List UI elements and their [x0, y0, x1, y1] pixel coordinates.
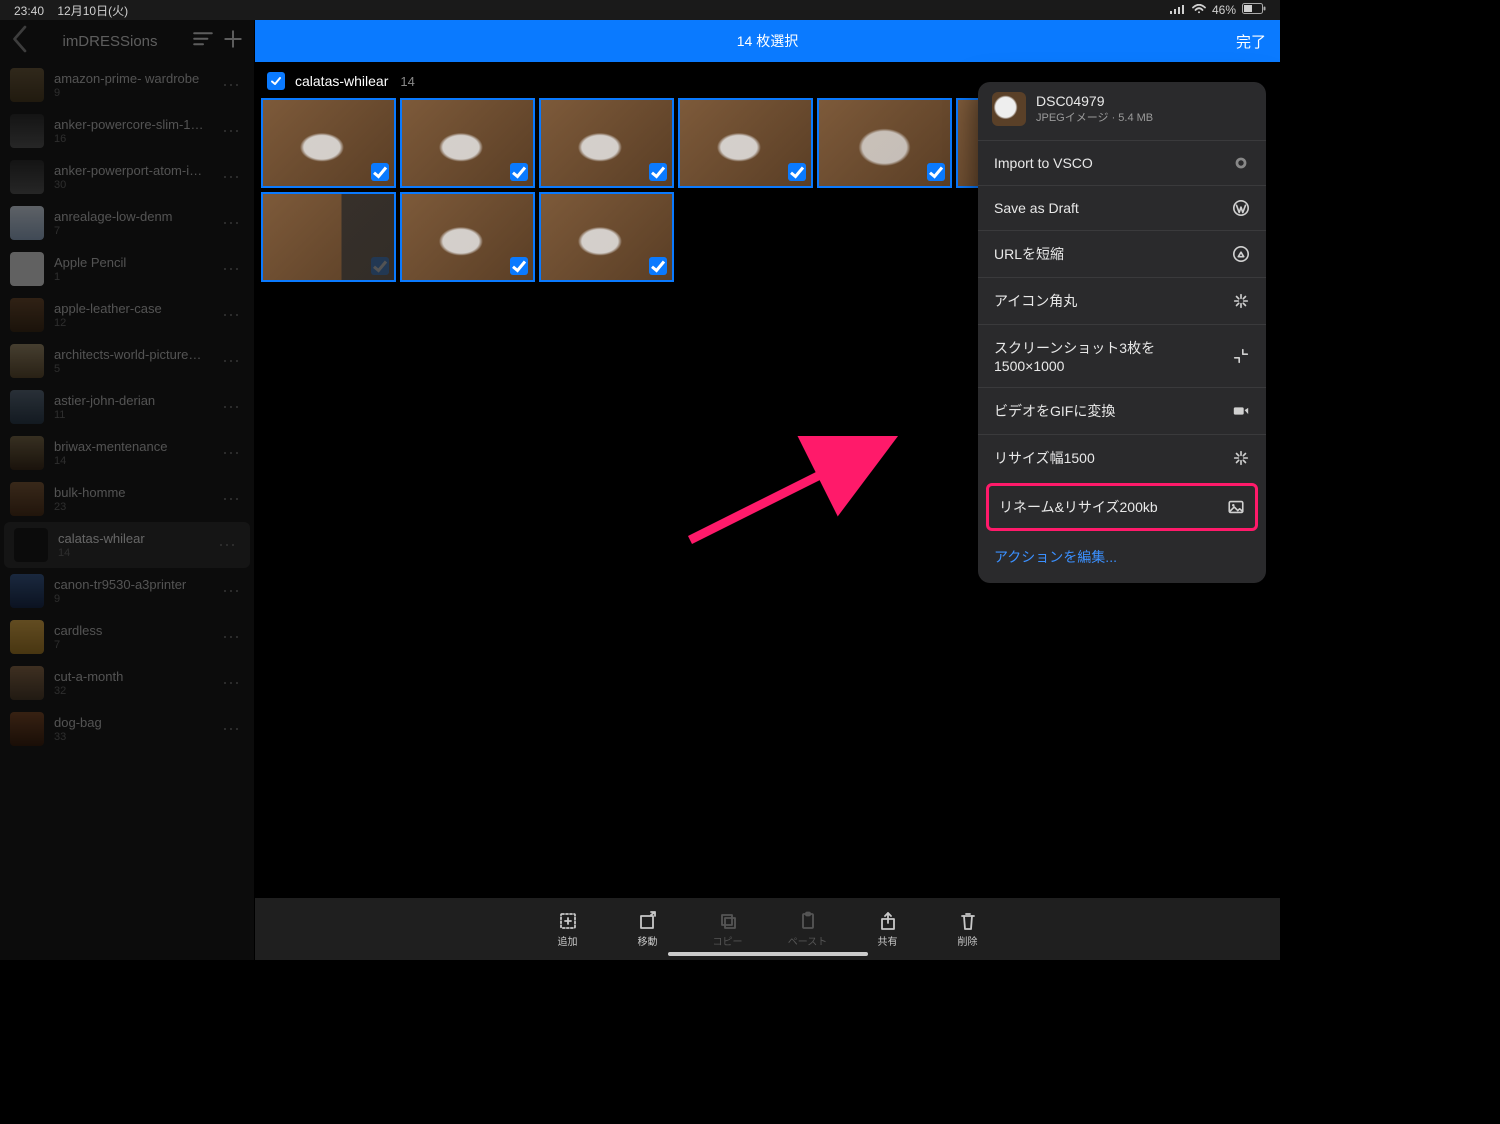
album-more-icon[interactable]: ⋯ [222, 126, 244, 136]
select-all-checkbox[interactable] [267, 72, 285, 90]
check-icon [788, 163, 806, 181]
battery-icon [1242, 3, 1266, 17]
status-time: 23:40 [14, 4, 44, 18]
action-round-icon[interactable]: アイコン角丸 [978, 277, 1266, 324]
toolbar-add[interactable]: 追加 [540, 911, 596, 948]
action-rename-resize-200kb[interactable]: リネーム&リサイズ200kb [986, 483, 1258, 531]
main-header: 14 枚選択 完了 [255, 20, 1280, 62]
sidebar: imDRESSions amazon-prime- wardrobe9⋯ ank… [0, 20, 255, 960]
statusbar: 23:40 12月10日(火) 46% [0, 0, 1280, 20]
album-item-selected[interactable]: calatas-whilear14⋯ [4, 522, 250, 568]
action-import-vsco[interactable]: Import to VSCO [978, 140, 1266, 185]
sheet-thumbnail [992, 92, 1026, 126]
check-icon [510, 163, 528, 181]
collapse-icon [1232, 347, 1250, 365]
album-item[interactable]: architects-world-picture-bo...5⋯ [0, 338, 254, 384]
photo-cell[interactable] [400, 192, 535, 282]
album-item[interactable]: anker-powercore-slim-1000...16⋯ [0, 108, 254, 154]
album-item[interactable]: Apple Pencil1⋯ [0, 246, 254, 292]
album-more-icon[interactable]: ⋯ [218, 540, 240, 550]
edit-actions-link[interactable]: アクションを編集... [978, 533, 1266, 583]
sheet-filename: DSC04979 [1036, 93, 1153, 109]
check-icon [649, 257, 667, 275]
album-more-icon[interactable]: ⋯ [222, 264, 244, 274]
action-screenshot-resize[interactable]: スクリーンショット3枚を1500×1000 [978, 324, 1266, 387]
photo-cell[interactable] [539, 192, 674, 282]
album-item[interactable]: canon-tr9530-a3printer9⋯ [0, 568, 254, 614]
check-icon [649, 163, 667, 181]
sparkle-icon [1232, 292, 1250, 310]
wordpress-icon [1232, 199, 1250, 217]
section-name: calatas-whilear [295, 73, 388, 89]
action-resize-1500[interactable]: リサイズ幅1500 [978, 434, 1266, 481]
sidebar-title: imDRESSions [36, 33, 184, 50]
album-item[interactable]: bulk-homme23⋯ [0, 476, 254, 522]
image-icon [1227, 498, 1245, 516]
album-item[interactable]: dog-bag33⋯ [0, 706, 254, 752]
check-icon [371, 257, 389, 275]
sort-icon[interactable] [192, 30, 214, 53]
sparkle-icon [1232, 449, 1250, 467]
bottom-toolbar: 追加 移動 コピー ペースト 共有 削除 [255, 898, 1280, 960]
selection-count: 14 枚選択 [737, 31, 798, 51]
photo-cell[interactable] [539, 98, 674, 188]
album-more-icon[interactable]: ⋯ [222, 172, 244, 182]
compass-icon [1232, 245, 1250, 263]
photo-cell[interactable] [261, 98, 396, 188]
action-gif[interactable]: ビデオをGIFに変換 [978, 387, 1266, 434]
album-more-icon[interactable]: ⋯ [222, 310, 244, 320]
album-more-icon[interactable]: ⋯ [222, 494, 244, 504]
action-save-draft[interactable]: Save as Draft [978, 185, 1266, 230]
photo-cell[interactable] [678, 98, 813, 188]
home-indicator[interactable] [668, 952, 868, 956]
main: 14 枚選択 完了 calatas-whilear 14 [255, 20, 1280, 960]
album-item[interactable]: anrealage-low-denm7⋯ [0, 200, 254, 246]
photo-cell[interactable] [817, 98, 952, 188]
album-more-icon[interactable]: ⋯ [222, 586, 244, 596]
battery-percent: 46% [1212, 3, 1236, 17]
toolbar-share[interactable]: 共有 [860, 911, 916, 948]
status-date: 12月10日(火) [57, 4, 128, 18]
album-item[interactable]: anker-powerport-atom-iii-s...30⋯ [0, 154, 254, 200]
photo-cell[interactable] [261, 192, 396, 282]
video-icon [1232, 402, 1250, 420]
toolbar-move[interactable]: 移動 [620, 911, 676, 948]
record-icon [1232, 154, 1250, 172]
action-shorten-url[interactable]: URLを短縮 [978, 230, 1266, 277]
album-more-icon[interactable]: ⋯ [222, 448, 244, 458]
album-item[interactable]: cardless7⋯ [0, 614, 254, 660]
toolbar-delete[interactable]: 削除 [940, 911, 996, 948]
check-icon [371, 163, 389, 181]
album-item[interactable]: apple-leather-case12⋯ [0, 292, 254, 338]
wifi-icon [1192, 3, 1206, 17]
album-more-icon[interactable]: ⋯ [222, 632, 244, 642]
album-item[interactable]: cut-a-month32⋯ [0, 660, 254, 706]
photo-cell[interactable] [400, 98, 535, 188]
add-album-icon[interactable] [222, 28, 244, 55]
album-more-icon[interactable]: ⋯ [222, 218, 244, 228]
toolbar-paste: ペースト [780, 911, 836, 948]
done-button[interactable]: 完了 [1236, 31, 1266, 52]
check-icon [927, 163, 945, 181]
signal-icon [1170, 3, 1186, 17]
toolbar-copy: コピー [700, 911, 756, 948]
album-item[interactable]: astier-john-derian11⋯ [0, 384, 254, 430]
album-more-icon[interactable]: ⋯ [222, 678, 244, 688]
album-more-icon[interactable]: ⋯ [222, 356, 244, 366]
sheet-fileinfo: JPEGイメージ · 5.4 MB [1036, 109, 1153, 125]
share-sheet: DSC04979 JPEGイメージ · 5.4 MB Import to VSC… [978, 82, 1266, 583]
section-count: 14 [400, 74, 414, 89]
album-more-icon[interactable]: ⋯ [222, 80, 244, 90]
album-more-icon[interactable]: ⋯ [222, 402, 244, 412]
album-more-icon[interactable]: ⋯ [222, 724, 244, 734]
back-icon[interactable] [10, 24, 28, 59]
album-item[interactable]: amazon-prime- wardrobe9⋯ [0, 62, 254, 108]
check-icon [510, 257, 528, 275]
album-item[interactable]: briwax-mentenance14⋯ [0, 430, 254, 476]
